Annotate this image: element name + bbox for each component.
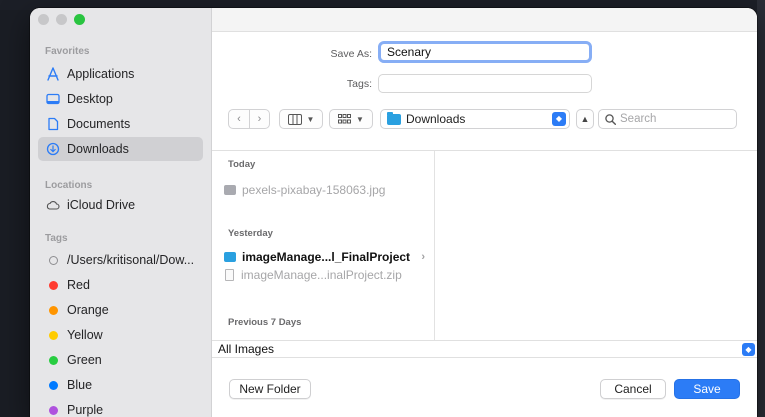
zoom-button[interactable] xyxy=(74,14,85,25)
sidebar-item-label: Documents xyxy=(67,117,131,131)
sidebar-item-label: /Users/kritisonal/Dow... xyxy=(67,253,195,267)
sidebar-item-downloads[interactable]: Downloads xyxy=(38,137,203,161)
zip-file-icon xyxy=(225,269,234,281)
browser-column: Today pexels-pixabay-158063.jpg Yesterda… xyxy=(212,151,435,341)
chevron-down-icon: ▼ xyxy=(356,114,364,124)
tags-input[interactable] xyxy=(378,74,592,93)
view-columns-button[interactable]: ▼ xyxy=(279,109,323,129)
updown-arrows-icon: ◆ xyxy=(552,112,566,126)
chevron-up-icon: ▲ xyxy=(580,114,590,124)
file-row[interactable]: imageManage...inalProject.zip xyxy=(224,266,429,284)
search-icon xyxy=(605,113,616,125)
search-input[interactable] xyxy=(620,113,730,125)
sidebar: Favorites Applications Desktop Documents… xyxy=(30,8,212,417)
yellow-tag-icon xyxy=(46,328,60,342)
sidebar-item-desktop[interactable]: Desktop xyxy=(38,87,203,111)
sidebar-item-documents[interactable]: Documents xyxy=(38,112,203,136)
green-tag-icon xyxy=(46,353,60,367)
sidebar-item-label: Downloads xyxy=(67,142,129,156)
format-popup[interactable]: All Images ◆ xyxy=(212,340,757,358)
window-controls xyxy=(38,14,85,25)
sidebar-item-label: Orange xyxy=(67,303,109,317)
save-as-label: Save As: xyxy=(330,48,372,60)
applications-icon xyxy=(46,67,60,81)
sidebar-tag-green[interactable]: Green xyxy=(38,348,203,372)
back-button[interactable]: ‹ xyxy=(229,110,249,128)
sidebar-header-favorites: Favorites xyxy=(45,46,90,57)
cancel-button[interactable]: Cancel xyxy=(600,379,666,399)
forward-button[interactable]: › xyxy=(249,110,269,128)
file-row[interactable]: pexels-pixabay-158063.jpg xyxy=(224,181,429,199)
sidebar-tag-path[interactable]: /Users/kritisonal/Dow... xyxy=(38,248,203,272)
chevron-down-icon: ▼ xyxy=(306,114,315,124)
group-header-yesterday: Yesterday xyxy=(228,228,273,239)
search-field[interactable] xyxy=(598,109,737,129)
orange-tag-icon xyxy=(46,303,60,317)
sidebar-tag-red[interactable]: Red xyxy=(38,273,203,297)
sidebar-item-label: Desktop xyxy=(67,92,113,106)
sidebar-item-label: iCloud Drive xyxy=(67,198,136,212)
main-panel: Save As: Tags: ‹ › ▼ ▼ Downloads ◆ ▲ xyxy=(212,8,757,417)
location-popup-label: Downloads xyxy=(406,112,466,126)
sidebar-header-tags: Tags xyxy=(45,233,68,244)
file-browser: Today pexels-pixabay-158063.jpg Yesterda… xyxy=(212,150,757,341)
sidebar-tag-blue[interactable]: Blue xyxy=(38,373,203,397)
tags-label: Tags: xyxy=(346,78,372,90)
background-right xyxy=(757,0,765,417)
file-name: imageManage...l_FinalProject xyxy=(242,250,411,264)
back-forward-control: ‹ › xyxy=(228,109,270,129)
sidebar-item-label: Red xyxy=(67,278,90,292)
sidebar-item-icloud-drive[interactable]: iCloud Drive xyxy=(38,193,203,217)
updown-arrows-icon: ◆ xyxy=(742,343,755,356)
chevron-right-icon: › xyxy=(257,113,262,125)
sidebar-item-label: Purple xyxy=(67,403,104,417)
sidebar-tag-orange[interactable]: Orange xyxy=(38,298,203,322)
group-by-button[interactable]: ▼ xyxy=(329,109,373,129)
sidebar-header-locations: Locations xyxy=(45,180,93,191)
cloud-icon xyxy=(46,198,60,212)
columns-view-icon xyxy=(287,113,302,125)
sidebar-tag-purple[interactable]: Purple xyxy=(38,398,203,417)
minimize-button[interactable] xyxy=(56,14,67,25)
downloads-folder-icon xyxy=(387,111,401,125)
location-popup[interactable]: Downloads ◆ xyxy=(380,109,570,129)
collapse-button[interactable]: ▲ xyxy=(576,109,594,129)
sidebar-item-label: Yellow xyxy=(67,328,103,342)
documents-icon xyxy=(46,117,60,131)
group-header-previous-7-days: Previous 7 Days xyxy=(228,317,302,328)
sidebar-tag-yellow[interactable]: Yellow xyxy=(38,323,203,347)
sidebar-item-label: Blue xyxy=(67,378,93,392)
chevron-left-icon: ‹ xyxy=(237,113,241,125)
sidebar-item-applications[interactable]: Applications xyxy=(38,62,203,86)
new-folder-button[interactable]: New Folder xyxy=(229,379,311,399)
group-header-today: Today xyxy=(228,159,256,170)
title-bar xyxy=(212,8,757,32)
image-file-icon xyxy=(224,185,236,195)
save-button[interactable]: Save xyxy=(674,379,740,399)
downloads-icon xyxy=(46,142,60,156)
purple-tag-icon xyxy=(46,403,60,417)
file-name: imageManage...inalProject.zip xyxy=(241,268,402,282)
folder-icon xyxy=(224,252,236,262)
folder-row[interactable]: imageManage...l_FinalProject › xyxy=(224,248,429,266)
sidebar-item-label: Green xyxy=(67,353,102,367)
grid-view-icon xyxy=(338,113,352,123)
background-left xyxy=(0,0,30,417)
sidebar-item-label: Applications xyxy=(67,67,135,81)
format-popup-label: All Images xyxy=(218,342,275,356)
desktop-icon xyxy=(46,92,60,106)
save-dialog: Favorites Applications Desktop Documents… xyxy=(30,8,757,417)
red-tag-icon xyxy=(46,278,60,292)
save-as-input[interactable] xyxy=(378,41,592,63)
tag-hollow-icon xyxy=(46,253,60,267)
blue-tag-icon xyxy=(46,378,60,392)
file-name: pexels-pixabay-158063.jpg xyxy=(242,183,386,197)
chevron-right-icon: › xyxy=(421,251,425,263)
close-button[interactable] xyxy=(38,14,49,25)
